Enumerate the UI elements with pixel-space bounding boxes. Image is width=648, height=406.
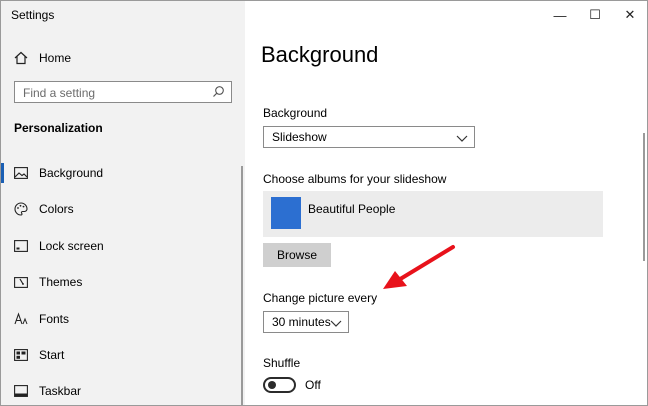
start-icon [13, 347, 29, 363]
chevron-down-icon [456, 131, 468, 149]
close-button[interactable]: ✕ [613, 1, 647, 29]
sidebar-scrollbar[interactable] [241, 166, 243, 405]
search-input[interactable]: Find a setting [14, 81, 232, 103]
interval-value: 30 minutes [272, 315, 331, 329]
sidebar-item-start[interactable]: Start [1, 341, 245, 369]
palette-icon [13, 201, 29, 217]
annotation-arrow-icon [383, 245, 455, 289]
album-item[interactable]: Beautiful People [263, 191, 603, 237]
sidebar-item-label: Start [39, 348, 65, 362]
shuffle-state: Off [305, 378, 321, 392]
sidebar-item-lock-screen[interactable]: Lock screen [1, 232, 245, 260]
background-dropdown[interactable]: Slideshow [263, 126, 475, 148]
minimize-button[interactable]: — [543, 1, 577, 29]
home-link[interactable]: Home [13, 47, 71, 69]
settings-window: Settings Home Find a setting Personaliza… [0, 0, 648, 406]
maximize-button[interactable]: ☐ [578, 1, 612, 29]
sidebar-item-taskbar[interactable]: Taskbar [1, 377, 245, 405]
window-title: Settings [11, 8, 55, 22]
search-icon[interactable] [212, 85, 225, 103]
picture-icon [13, 165, 29, 181]
themes-icon [13, 274, 29, 290]
fonts-icon [13, 311, 29, 327]
section-title: Personalization [14, 121, 103, 135]
sidebar-item-label: Lock screen [39, 239, 104, 253]
albums-label: Choose albums for your slideshow [263, 172, 447, 186]
album-thumbnail [271, 197, 301, 229]
sidebar-item-fonts[interactable]: Fonts [1, 305, 245, 333]
sidebar-item-label: Fonts [39, 312, 70, 326]
sidebar-item-label: Colors [39, 202, 74, 216]
taskbar-icon [13, 383, 29, 399]
home-label: Home [39, 51, 72, 65]
sidebar-item-label: Themes [39, 275, 83, 289]
search-placeholder: Find a setting [23, 86, 96, 100]
interval-dropdown[interactable]: 30 minutes [263, 311, 349, 333]
main-scrollbar[interactable] [643, 133, 645, 261]
shuffle-label: Shuffle [263, 356, 301, 370]
toggle-knob [268, 381, 276, 389]
page-title: Background [261, 42, 379, 67]
home-icon [13, 50, 29, 66]
main-panel: — ☐ ✕ Background Background Slideshow Ch… [245, 1, 647, 405]
sidebar-item-themes[interactable]: Themes [1, 268, 245, 296]
sidebar-item-background[interactable]: Background [1, 159, 245, 187]
change-picture-label: Change picture every [263, 291, 378, 305]
sidebar-item-label: Taskbar [39, 384, 82, 398]
album-name: Beautiful People [308, 202, 396, 216]
chevron-down-icon [330, 316, 342, 334]
sidebar-item-label: Background [39, 166, 104, 180]
shuffle-toggle[interactable] [263, 377, 296, 393]
sidebar: Settings Home Find a setting Personaliza… [1, 1, 245, 405]
background-value: Slideshow [272, 130, 327, 144]
sidebar-item-colors[interactable]: Colors [1, 195, 245, 223]
lock-screen-icon [13, 238, 29, 254]
browse-button[interactable]: Browse [263, 243, 331, 267]
background-label: Background [263, 106, 328, 120]
